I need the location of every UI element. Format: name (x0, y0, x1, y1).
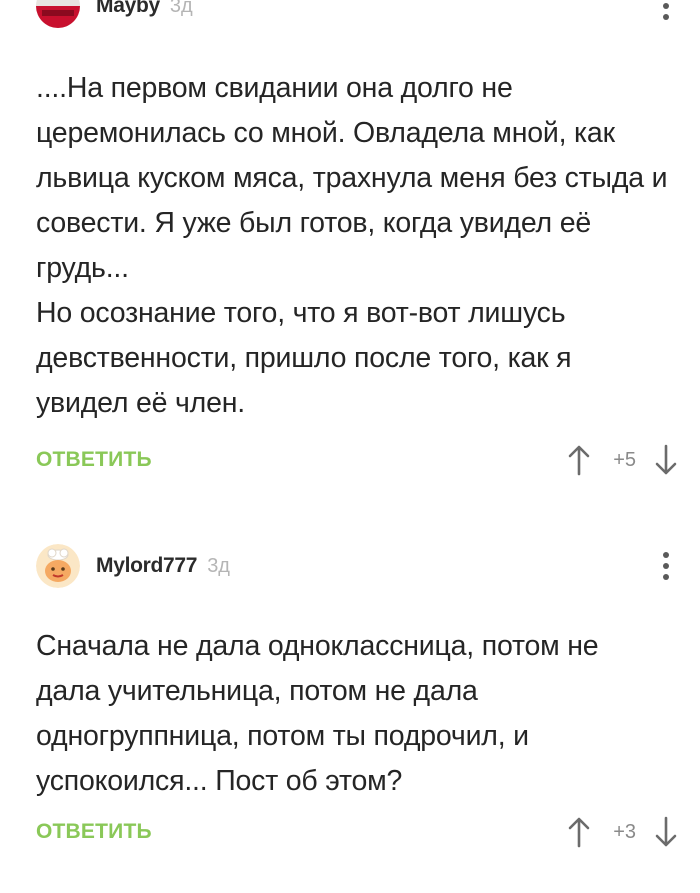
comment-actions: ОТВЕТИТЬ +3 (36, 812, 678, 852)
more-vertical-icon[interactable] (656, 546, 676, 586)
comment-header: Mayby 3д (36, 0, 193, 34)
timestamp: 3д (169, 0, 193, 17)
timestamp: 3д (207, 554, 230, 577)
username[interactable]: Mylord777 (96, 554, 197, 578)
reply-button[interactable]: ОТВЕТИТЬ (36, 448, 152, 472)
more-vertical-icon[interactable] (656, 0, 676, 26)
comment-header: Mylord777 3д (36, 538, 230, 594)
arrow-up-icon[interactable] (567, 444, 591, 476)
arrow-down-icon[interactable] (654, 816, 678, 848)
comment-text: ....На первом свидании она долго не цере… (36, 72, 668, 419)
vote-controls: +5 (567, 444, 678, 476)
vote-score: +5 (613, 448, 636, 471)
avatar[interactable] (36, 544, 80, 588)
vote-controls: +3 (567, 816, 678, 848)
comment-actions: ОТВЕТИТЬ +5 (36, 440, 678, 480)
avatar[interactable] (36, 0, 80, 28)
username[interactable]: Mayby (96, 0, 160, 18)
vote-score: +3 (613, 820, 636, 843)
arrow-up-icon[interactable] (567, 816, 591, 848)
arrow-down-icon[interactable] (654, 444, 678, 476)
comment-text: Сначала не дала одноклассница, потом не … (36, 630, 599, 797)
comment: Mylord777 3д Сначала не дала одноклассни… (0, 538, 700, 868)
comment: Mayby 3д ....На первом свидании она долг… (0, 0, 700, 478)
reply-button[interactable]: ОТВЕТИТЬ (36, 820, 152, 844)
